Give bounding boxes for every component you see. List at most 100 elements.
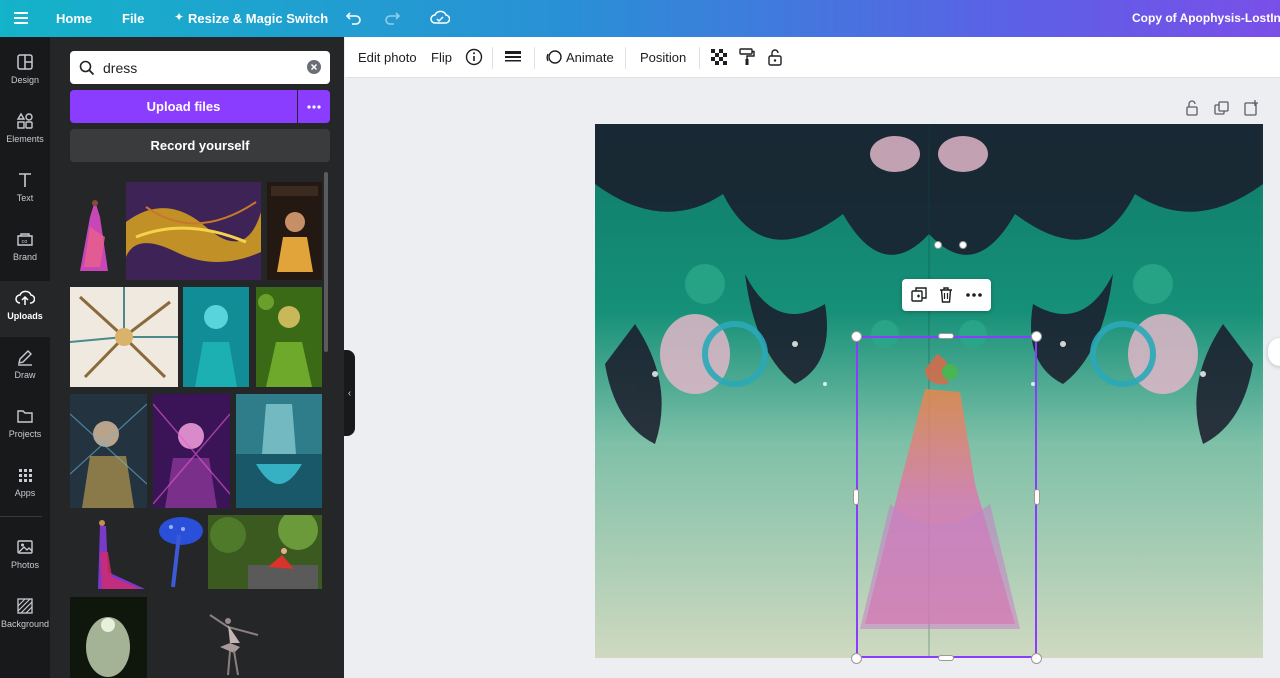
rail-text[interactable]: Text — [0, 163, 50, 219]
upload-thumbnail[interactable] — [70, 394, 147, 508]
add-page-icon[interactable] — [1244, 100, 1259, 121]
upload-thumbnail[interactable] — [70, 597, 147, 678]
upload-more-button[interactable] — [298, 90, 330, 123]
search-box — [70, 51, 330, 84]
redo-icon[interactable] — [383, 9, 401, 27]
folder-icon — [17, 410, 33, 423]
rail-projects[interactable]: Projects — [0, 399, 50, 455]
transparency-icon[interactable] — [711, 49, 727, 65]
upload-thumbnail[interactable] — [153, 515, 203, 590]
toolbar-divider — [699, 47, 700, 69]
upload-thumbnail[interactable] — [70, 287, 178, 387]
file-menu[interactable]: File — [122, 11, 144, 26]
trash-icon[interactable] — [938, 287, 954, 303]
resize-magic-switch-button[interactable]: Resize & Magic Switch — [188, 11, 328, 26]
guide-dot — [934, 241, 942, 249]
hamburger-icon[interactable] — [12, 9, 30, 27]
toolbar-divider — [534, 47, 535, 69]
paint-roller-icon[interactable] — [739, 48, 755, 66]
shapes-icon — [16, 112, 33, 129]
rail-divider — [0, 516, 42, 517]
upload-thumbnail[interactable] — [267, 182, 322, 280]
magic-sparkle-icon: ✦ — [174, 10, 185, 24]
flip-button[interactable]: Flip — [431, 50, 452, 65]
document-title[interactable]: Copy of Apophysis-LostInA — [1132, 11, 1280, 25]
rail-uploads[interactable]: Uploads — [0, 281, 50, 337]
rail-design[interactable]: Design — [0, 45, 50, 101]
upload-thumbnail[interactable] — [70, 197, 120, 277]
page-lock-icon[interactable] — [1185, 100, 1199, 121]
home-menu[interactable]: Home — [56, 11, 92, 26]
upload-thumbnail[interactable] — [236, 394, 322, 508]
toolbar-divider — [492, 47, 493, 69]
upload-files-button[interactable]: Upload files — [70, 90, 297, 123]
selection-box[interactable] — [856, 336, 1037, 658]
upload-thumbnail[interactable] — [256, 287, 322, 387]
upload-thumbnail[interactable] — [153, 394, 230, 508]
uploads-panel: Upload files Record yourself — [50, 37, 344, 678]
rail-label: Design — [10, 75, 39, 85]
record-yourself-button[interactable]: Record yourself — [70, 129, 330, 162]
duplicate-icon[interactable] — [911, 287, 927, 303]
rail-label: Text — [16, 193, 34, 203]
rail-draw[interactable]: Draw — [0, 340, 50, 396]
top-bar: Home File ✦ Resize & Magic Switch Copy o… — [0, 0, 1280, 37]
resize-handle-top-left[interactable] — [851, 331, 862, 342]
rail-label: Brand — [12, 252, 38, 262]
editor-toolbar: Edit photo Flip Animate Position — [345, 37, 1280, 78]
text-icon — [19, 173, 31, 187]
border-style-icon[interactable] — [505, 50, 521, 64]
rail-label: Draw — [14, 370, 36, 380]
rail-photos[interactable]: Photos — [0, 530, 50, 586]
pen-icon — [18, 350, 32, 366]
side-helper-button[interactable] — [1268, 338, 1280, 366]
position-button[interactable]: Position — [640, 50, 686, 65]
rail-brand[interactable]: co Brand — [0, 222, 50, 278]
upload-thumbnail[interactable] — [126, 182, 261, 280]
resize-handle-right[interactable] — [1034, 489, 1040, 505]
svg-text:co: co — [22, 239, 28, 245]
left-rail: Design Elements Text co Brand Uploads Dr… — [0, 37, 50, 678]
animate-icon[interactable] — [545, 48, 563, 66]
brand-icon: co — [17, 233, 33, 246]
resize-handle-bottom[interactable] — [938, 655, 954, 661]
resize-handle-top[interactable] — [938, 333, 954, 339]
rail-label: Background — [0, 619, 50, 629]
more-options-icon[interactable] — [966, 293, 982, 297]
rail-label: Elements — [6, 134, 44, 144]
rail-apps[interactable]: Apps — [0, 458, 50, 514]
rail-label: Apps — [14, 488, 36, 498]
upload-thumbnail[interactable] — [200, 613, 275, 678]
cloud-saved-icon[interactable] — [429, 7, 451, 27]
photo-icon — [17, 540, 33, 554]
background-hatch-icon — [17, 598, 33, 614]
toolbar-divider — [625, 47, 626, 69]
info-icon[interactable] — [465, 48, 483, 66]
panel-scrollbar[interactable] — [324, 172, 328, 352]
resize-handle-left[interactable] — [853, 489, 859, 505]
layout-icon — [17, 54, 33, 70]
more-dots-icon — [307, 104, 321, 109]
lock-icon[interactable] — [767, 48, 783, 66]
upload-thumbnail[interactable] — [208, 515, 322, 589]
upload-thumbnail[interactable] — [183, 287, 249, 387]
search-icon — [79, 60, 95, 75]
rail-label: Photos — [10, 560, 40, 570]
resize-handle-bottom-right[interactable] — [1031, 653, 1042, 664]
edit-photo-button[interactable]: Edit photo — [358, 50, 417, 65]
rail-elements[interactable]: Elements — [0, 104, 50, 160]
element-context-menu — [902, 279, 991, 311]
rail-label: Projects — [8, 429, 42, 439]
duplicate-page-icon[interactable] — [1214, 101, 1229, 121]
upload-thumbnail[interactable] — [90, 517, 145, 592]
rail-background[interactable]: Background — [0, 589, 50, 645]
rail-label: Uploads — [7, 311, 43, 321]
search-input[interactable] — [103, 59, 293, 76]
upload-cloud-icon — [15, 290, 35, 305]
animate-button[interactable]: Animate — [566, 50, 614, 65]
resize-handle-bottom-left[interactable] — [851, 653, 862, 664]
undo-icon[interactable] — [345, 9, 363, 27]
resize-handle-top-right[interactable] — [1031, 331, 1042, 342]
collapse-panel-button[interactable]: ‹ — [344, 350, 355, 436]
clear-search-icon[interactable] — [307, 60, 321, 74]
